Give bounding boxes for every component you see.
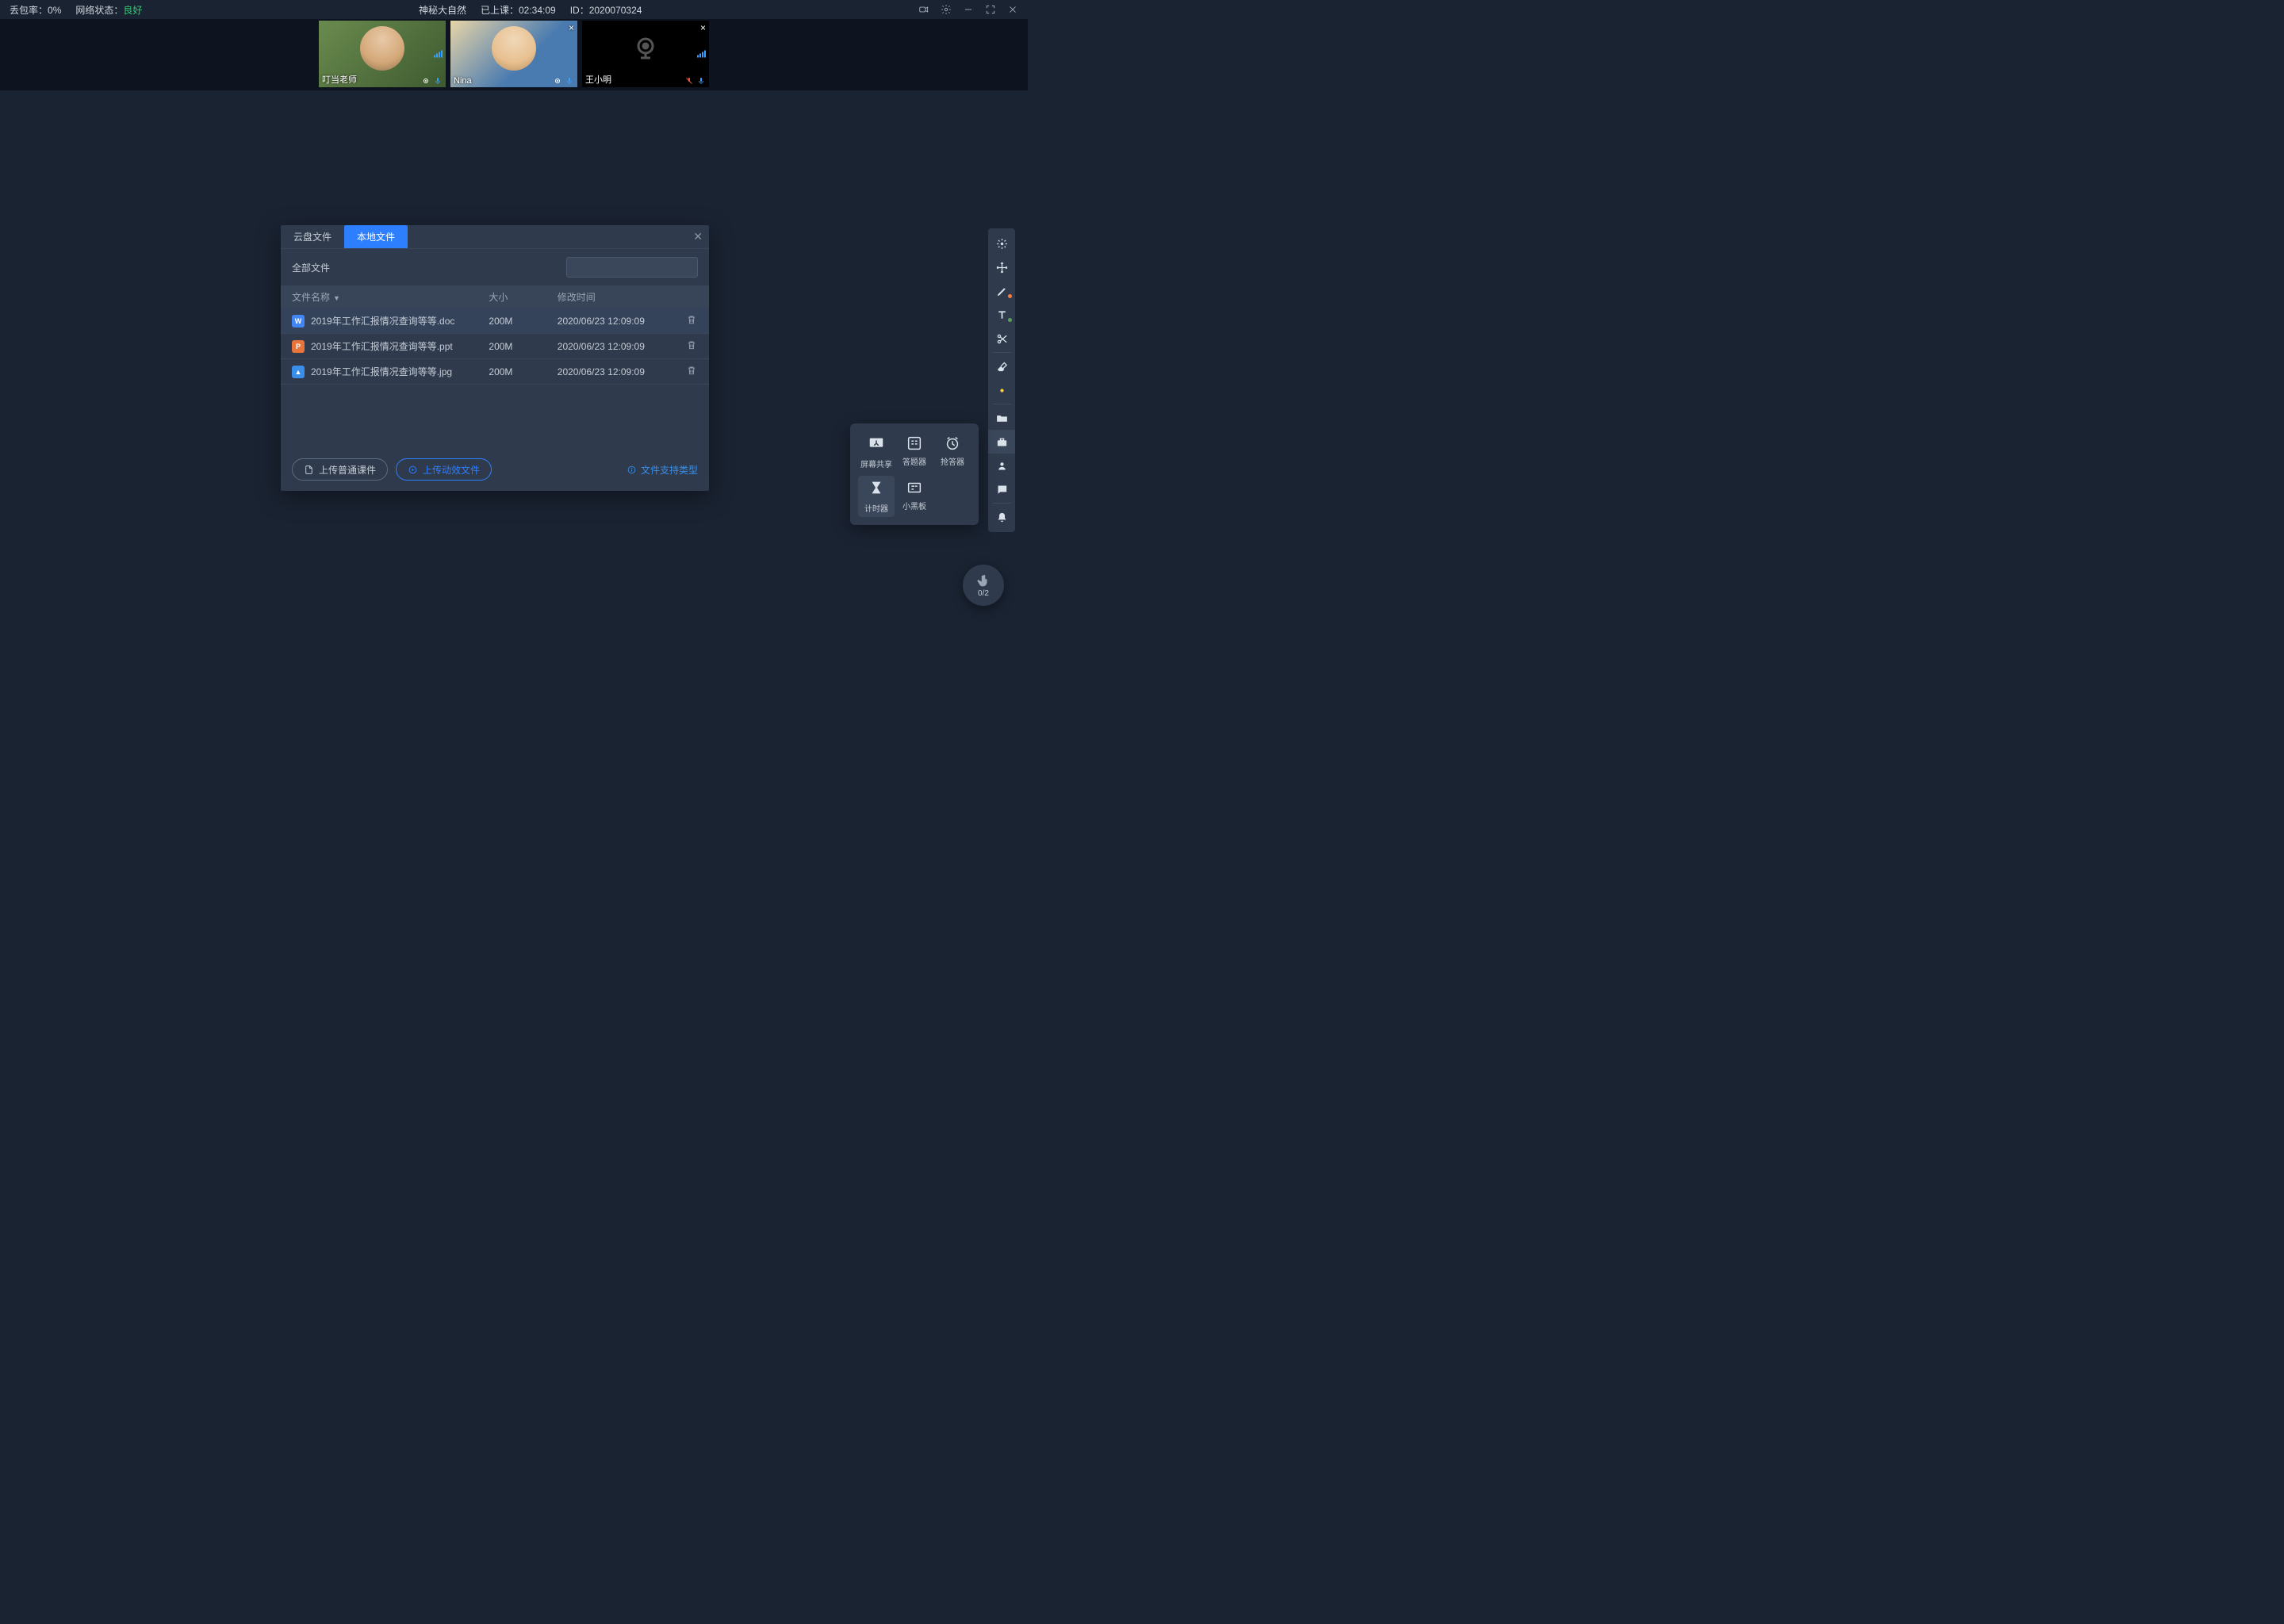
- file-type-icon: W: [292, 315, 305, 327]
- tool-quiz[interactable]: 答题器: [896, 431, 933, 473]
- signal-icon: [434, 50, 443, 58]
- file-name: 2019年工作汇报情况查询等等.doc: [311, 314, 454, 327]
- file-type-icon: P: [292, 340, 305, 353]
- mic-icon: [696, 76, 706, 86]
- camera-off-icon: [631, 34, 660, 63]
- video-tile[interactable]: 叮当老师: [319, 21, 446, 87]
- elapsed-label: 已上课：: [481, 5, 519, 16]
- search-box[interactable]: [566, 257, 698, 278]
- tile-status-icons: [684, 76, 706, 86]
- tool-screen-share[interactable]: 屏幕共享: [858, 431, 895, 473]
- tool-timer[interactable]: 计时器: [858, 476, 895, 517]
- participant-name: 王小明: [585, 73, 611, 86]
- tool-buzzer[interactable]: 抢答器: [934, 431, 971, 473]
- file-table: 文件名称▼ 大小 修改时间 W 2019年工作汇报情况查询等等.doc 200M…: [281, 285, 709, 385]
- table-row[interactable]: P 2019年工作汇报情况查询等等.ppt 200M 2020/06/23 12…: [281, 334, 709, 359]
- mic-muted-icon: [684, 76, 694, 86]
- mic-icon: [565, 76, 574, 86]
- tile-status-icons: [421, 76, 443, 86]
- table-row[interactable]: ▲ 2019年工作汇报情况查询等等.jpg 200M 2020/06/23 12…: [281, 359, 709, 385]
- file-dialog: 云盘文件 本地文件 ✕ 全部文件 文件名称▼ 大小 修改时间 W 2019年工作…: [281, 225, 709, 491]
- file-name: 2019年工作汇报情况查询等等.jpg: [311, 365, 452, 378]
- table-row[interactable]: W 2019年工作汇报情况查询等等.doc 200M 2020/06/23 12…: [281, 308, 709, 334]
- participant-name: 叮当老师: [322, 73, 357, 86]
- col-name[interactable]: 文件名称▼: [281, 285, 477, 308]
- video-tile[interactable]: × 王小明: [582, 21, 709, 87]
- pen-tool[interactable]: [988, 279, 1015, 303]
- tile-status-icons: [553, 76, 574, 86]
- camera-icon: [421, 76, 431, 86]
- toolbox-popup: 屏幕共享 答题器 抢答器 计时器 小黑板: [850, 423, 979, 525]
- scissors-tool[interactable]: [988, 327, 1015, 350]
- hand-icon: [976, 573, 991, 588]
- participant-video-row: 叮当老师 × Nina × 王小明: [0, 19, 1028, 90]
- participant-name: Nina: [454, 76, 472, 86]
- file-size: 200M: [477, 359, 546, 385]
- room-name: 神秘大自然: [419, 3, 466, 17]
- hand-raise-badge[interactable]: 0/2: [963, 565, 1004, 606]
- file-size: 200M: [477, 334, 546, 359]
- text-tool[interactable]: [988, 303, 1015, 327]
- file-modified: 2020/06/23 12:09:09: [546, 308, 675, 334]
- hand-raise-count: 0/2: [978, 589, 989, 598]
- participants-icon[interactable]: [988, 454, 1015, 477]
- camera-switch-icon[interactable]: [918, 4, 929, 15]
- id-value: 2020070324: [589, 5, 642, 16]
- right-toolbar: [988, 228, 1015, 532]
- file-name: 2019年工作汇报情况查询等等.ppt: [311, 339, 453, 353]
- sort-caret-icon: ▼: [333, 294, 340, 302]
- search-input[interactable]: [578, 262, 701, 273]
- dialog-close-icon[interactable]: ✕: [693, 230, 703, 243]
- mic-icon: [433, 76, 443, 86]
- tab-cloud-files[interactable]: 云盘文件: [281, 225, 344, 248]
- net-value: 良好: [123, 5, 142, 16]
- color-dot-tool[interactable]: [988, 378, 1015, 402]
- gear-icon[interactable]: [941, 4, 952, 15]
- chat-icon[interactable]: [988, 477, 1015, 501]
- play-circle-icon: [408, 465, 418, 475]
- folder-tool[interactable]: [988, 406, 1015, 430]
- upload-motion-button[interactable]: 上传动效文件: [396, 458, 492, 481]
- elapsed-value: 02:34:09: [519, 5, 556, 16]
- loss-value: 0%: [48, 5, 61, 16]
- maximize-icon[interactable]: [985, 4, 996, 15]
- top-status-bar: 丢包率：0% 网络状态：良好 神秘大自然 已上课：02:34:09 ID：202…: [0, 0, 1028, 19]
- move-tool[interactable]: [988, 255, 1015, 279]
- col-size[interactable]: 大小: [477, 285, 546, 308]
- avatar: [492, 26, 536, 71]
- avatar: [360, 26, 404, 71]
- file-size: 200M: [477, 308, 546, 334]
- file-icon: [304, 465, 314, 475]
- minimize-icon[interactable]: [963, 4, 974, 15]
- file-modified: 2020/06/23 12:09:09: [546, 334, 675, 359]
- tile-close-icon[interactable]: ×: [569, 22, 574, 33]
- id-label: ID：: [570, 5, 589, 16]
- delete-file-button[interactable]: [675, 334, 709, 359]
- tab-local-files[interactable]: 本地文件: [344, 225, 408, 248]
- eraser-tool[interactable]: [988, 354, 1015, 378]
- net-label: 网络状态：: [75, 5, 123, 16]
- tool-miniboard[interactable]: 小黑板: [896, 476, 933, 517]
- toolbox-tool[interactable]: [988, 430, 1015, 454]
- file-modified: 2020/06/23 12:09:09: [546, 359, 675, 385]
- bell-icon[interactable]: [988, 505, 1015, 529]
- close-icon[interactable]: [1007, 4, 1018, 15]
- supported-types-link[interactable]: 文件支持类型: [627, 463, 698, 477]
- video-tile[interactable]: × Nina: [450, 21, 577, 87]
- delete-file-button[interactable]: [675, 359, 709, 385]
- signal-icon: [697, 50, 706, 58]
- tile-close-icon[interactable]: ×: [700, 22, 706, 33]
- upload-normal-button[interactable]: 上传普通课件: [292, 458, 388, 481]
- camera-icon: [553, 76, 562, 86]
- loss-label: 丢包率：: [10, 5, 48, 16]
- pen-color-dot: [1008, 294, 1012, 298]
- col-modified[interactable]: 修改时间: [546, 285, 675, 308]
- text-color-dot: [1008, 318, 1012, 322]
- delete-file-button[interactable]: [675, 308, 709, 334]
- laser-pointer-tool[interactable]: [988, 232, 1015, 255]
- breadcrumb: 全部文件: [292, 261, 558, 274]
- info-icon: [627, 465, 637, 475]
- file-type-icon: ▲: [292, 366, 305, 378]
